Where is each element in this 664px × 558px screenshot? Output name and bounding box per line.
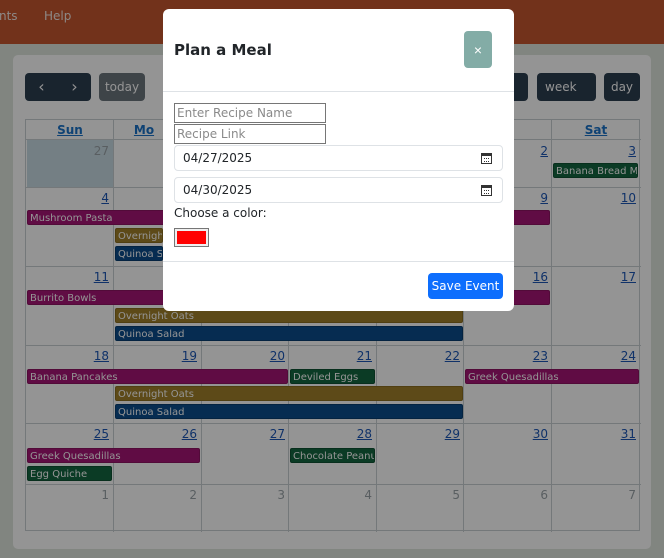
color-picker[interactable] bbox=[174, 228, 209, 247]
recipe-name-input[interactable] bbox=[174, 103, 326, 123]
selected-color-swatch bbox=[177, 231, 206, 244]
recipe-link-input[interactable] bbox=[174, 124, 326, 144]
save-event-button[interactable]: Save Event bbox=[428, 273, 503, 299]
close-button[interactable]: × bbox=[464, 31, 492, 68]
calendar-icon[interactable] bbox=[481, 153, 492, 164]
modal-footer-divider bbox=[163, 261, 514, 262]
modal-header-divider bbox=[163, 91, 514, 92]
modal-title: Plan a Meal bbox=[174, 41, 272, 59]
color-label: Choose a color: bbox=[174, 206, 267, 220]
start-date-input[interactable]: 04/27/2025 bbox=[174, 145, 503, 171]
close-icon: × bbox=[473, 41, 483, 58]
end-date-input[interactable]: 04/30/2025 bbox=[174, 177, 503, 203]
plan-meal-modal: Plan a Meal × 04/27/2025 04/30/2025 Choo… bbox=[163, 9, 514, 311]
end-date-value: 04/30/2025 bbox=[183, 183, 253, 197]
start-date-value: 04/27/2025 bbox=[183, 151, 253, 165]
calendar-icon[interactable] bbox=[481, 185, 492, 196]
